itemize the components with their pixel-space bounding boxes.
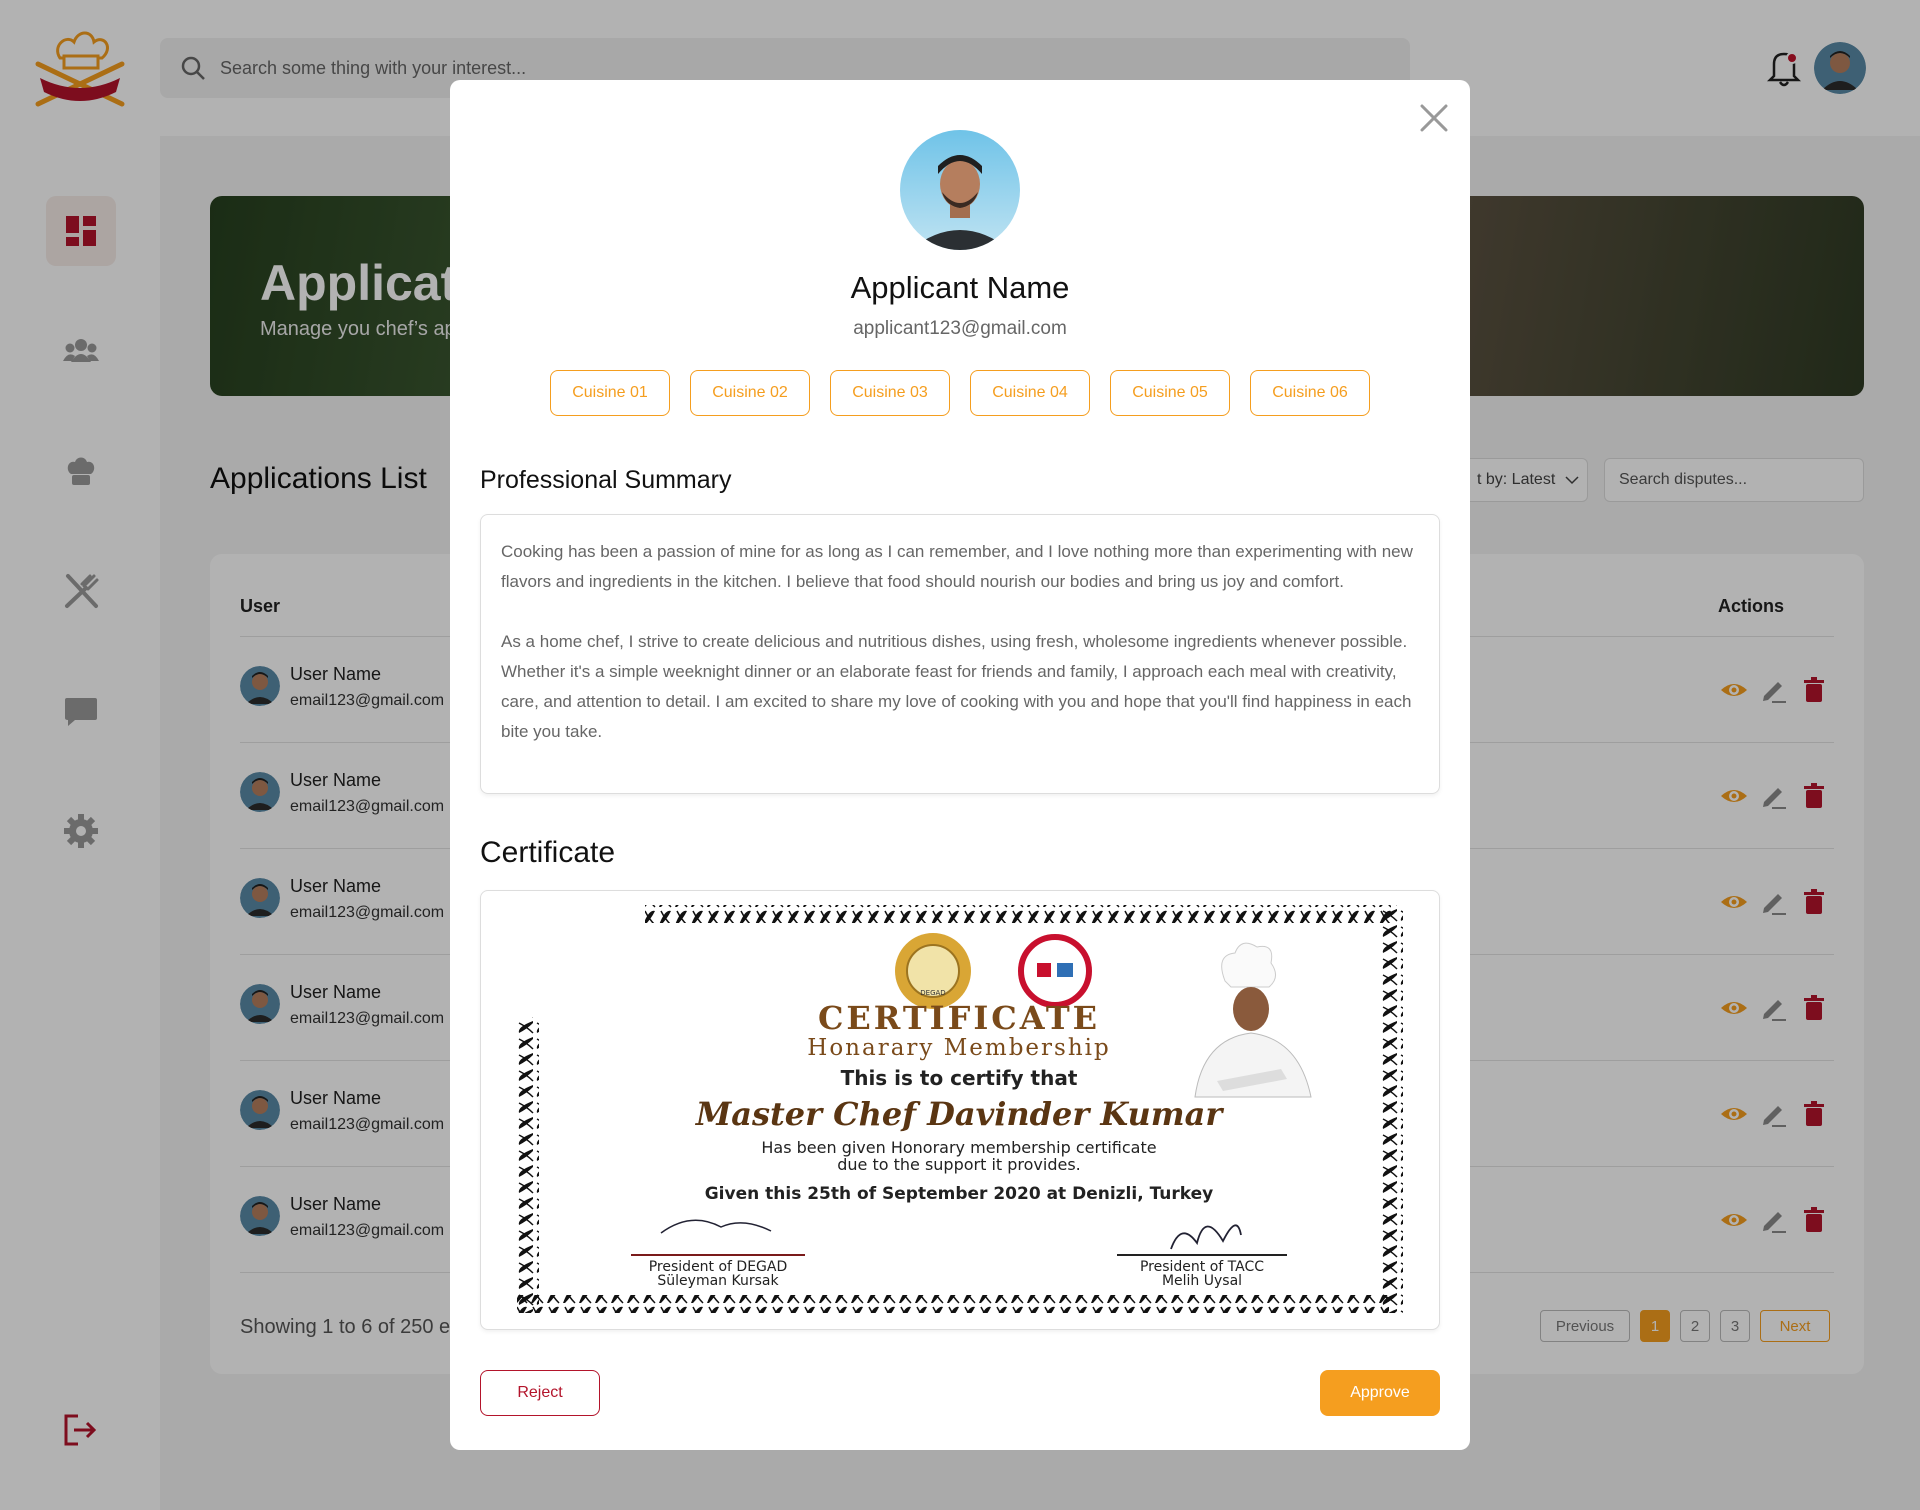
certificate-certify-text: This is to certify that bbox=[841, 1066, 1078, 1090]
certificate-recipient-text: Master Chef Davinder Kumar bbox=[695, 1095, 1225, 1133]
professional-summary: Cooking has been a passion of mine for a… bbox=[480, 514, 1440, 794]
signature-left-name: Süleyman Kursak bbox=[657, 1273, 779, 1289]
cuisine-chip[interactable]: Cuisine 02 bbox=[690, 370, 810, 416]
applicant-avatar bbox=[900, 130, 1020, 250]
certificate-heading: Certificate bbox=[480, 836, 616, 869]
rope-border-bottom bbox=[517, 1295, 1389, 1313]
rope-border-left bbox=[517, 1017, 539, 1313]
professional-summary-heading: Professional Summary bbox=[480, 466, 732, 494]
summary-paragraph: Cooking has been a passion of mine for a… bbox=[501, 542, 1413, 591]
certificate-title-text: CERTIFICATE bbox=[818, 999, 1100, 1037]
tacc-seal-icon bbox=[1018, 934, 1092, 1008]
rope-border-right bbox=[1381, 905, 1403, 1313]
chef-photo bbox=[1191, 942, 1312, 1098]
rope-border-top bbox=[645, 905, 1391, 923]
certificate-image[interactable]: DEGAD CERTIFICATE Honarary Membership Th… bbox=[480, 890, 1440, 1330]
approve-button[interactable]: Approve bbox=[1320, 1370, 1440, 1416]
degad-seal-icon: DEGAD bbox=[895, 933, 971, 1009]
reject-button[interactable]: Reject bbox=[480, 1370, 600, 1416]
cuisine-chip[interactable]: Cuisine 05 bbox=[1110, 370, 1230, 416]
certificate-subtitle-text: Honarary Membership bbox=[807, 1035, 1110, 1061]
cuisine-chip[interactable]: Cuisine 01 bbox=[550, 370, 670, 416]
summary-paragraph: As a home chef, I strive to create delic… bbox=[501, 632, 1412, 741]
certificate-document: DEGAD CERTIFICATE Honarary Membership Th… bbox=[517, 905, 1403, 1313]
signature-right bbox=[1170, 1224, 1242, 1250]
certificate-body-line-2: due to the support it provides. bbox=[837, 1155, 1081, 1174]
applicant-email: applicant123@gmail.com bbox=[853, 318, 1067, 339]
cuisine-chip[interactable]: Cuisine 03 bbox=[830, 370, 950, 416]
signature-left bbox=[660, 1219, 772, 1234]
cuisine-chip[interactable]: Cuisine 04 bbox=[970, 370, 1090, 416]
signature-right-name: Melih Uysal bbox=[1162, 1273, 1242, 1289]
certificate-given-text: Given this 25th of September 2020 at Den… bbox=[705, 1184, 1214, 1204]
cuisine-chip[interactable]: Cuisine 06 bbox=[1250, 370, 1370, 416]
cuisine-list: Cuisine 01 Cuisine 02 Cuisine 03 Cuisine… bbox=[550, 370, 1370, 416]
close-icon[interactable] bbox=[1416, 100, 1452, 136]
svg-text:DEGAD: DEGAD bbox=[920, 989, 945, 997]
applicant-name: Applicant Name bbox=[850, 270, 1070, 305]
